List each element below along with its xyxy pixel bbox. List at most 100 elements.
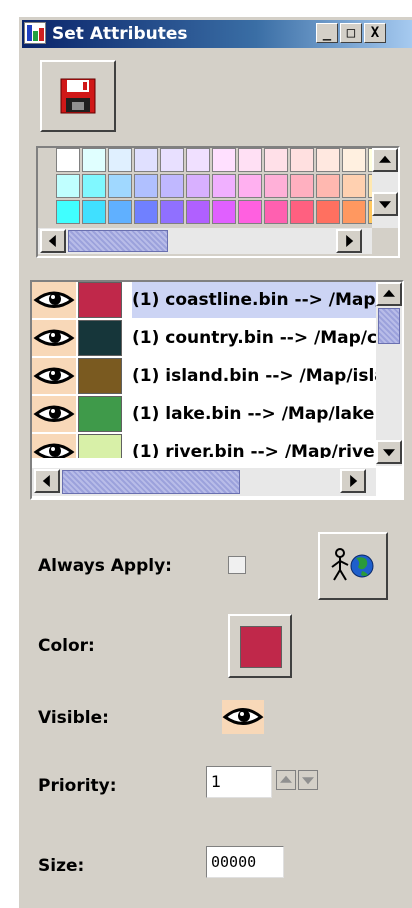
color-palette-grid[interactable] — [56, 148, 372, 226]
eye-icon — [33, 443, 75, 458]
layer-visibility-toggle[interactable] — [32, 358, 76, 394]
color-picker-button[interactable] — [228, 614, 292, 678]
palette-swatch[interactable] — [316, 200, 340, 224]
palette-swatch[interactable] — [342, 174, 366, 198]
apply-to-map-button[interactable] — [318, 532, 388, 600]
palette-swatch[interactable] — [160, 148, 184, 172]
palette-swatch[interactable] — [108, 148, 132, 172]
priority-decrement-button[interactable] — [298, 770, 318, 790]
palette-swatch[interactable] — [238, 200, 262, 224]
layer-label: (1) lake.bin --> /Map/lake — [132, 404, 375, 424]
palette-scroll-left-button[interactable] — [40, 229, 66, 253]
palette-swatch[interactable] — [134, 148, 158, 172]
priority-input[interactable]: 1 — [206, 766, 272, 798]
palette-swatch[interactable] — [342, 200, 366, 224]
visible-label: Visible: — [38, 708, 109, 728]
palette-swatch[interactable] — [186, 148, 210, 172]
eye-icon — [33, 291, 75, 308]
palette-swatch[interactable] — [82, 174, 106, 198]
palette-swatch[interactable] — [316, 148, 340, 172]
palette-swatch[interactable] — [160, 174, 184, 198]
layer-visibility-toggle[interactable] — [32, 396, 76, 432]
palette-swatch[interactable] — [290, 200, 314, 224]
layer-row[interactable]: (1) island.bin --> /Map/island — [32, 358, 378, 394]
always-apply-label: Always Apply: — [38, 556, 172, 576]
app-icon — [24, 22, 46, 44]
palette-scroll-down-button[interactable] — [372, 192, 398, 216]
close-button[interactable]: X — [364, 23, 386, 43]
priority-increment-button[interactable] — [276, 770, 296, 790]
palette-swatch[interactable] — [264, 174, 288, 198]
layer-scroll-down-button[interactable] — [376, 440, 402, 464]
palette-swatch[interactable] — [290, 148, 314, 172]
layer-visibility-toggle[interactable] — [32, 434, 76, 458]
palette-swatch[interactable] — [342, 148, 366, 172]
palette-swatch[interactable] — [56, 200, 80, 224]
layer-row[interactable]: (1) country.bin --> /Map/country — [32, 320, 378, 356]
arrow-down-icon — [302, 777, 314, 785]
arrow-up-icon — [383, 289, 395, 297]
palette-swatch[interactable] — [186, 200, 210, 224]
palette-swatch[interactable] — [56, 148, 80, 172]
save-button[interactable] — [40, 60, 116, 132]
palette-swatch[interactable] — [290, 174, 314, 198]
maximize-button[interactable]: □ — [340, 23, 362, 43]
palette-swatch[interactable] — [212, 174, 236, 198]
always-apply-checkbox[interactable] — [228, 556, 246, 574]
color-label: Color: — [38, 636, 95, 656]
palette-swatch[interactable] — [264, 148, 288, 172]
palette-swatch[interactable] — [238, 174, 262, 198]
layer-color-swatch[interactable] — [78, 358, 122, 394]
palette-swatch[interactable] — [108, 174, 132, 198]
layer-row[interactable]: (1) river.bin --> /Map/river — [32, 434, 378, 458]
layer-label: (1) country.bin --> /Map/country — [132, 328, 376, 348]
layer-color-swatch[interactable] — [78, 434, 122, 458]
layer-scroll-left-button[interactable] — [34, 469, 60, 493]
layer-color-swatch[interactable] — [78, 282, 122, 318]
layer-color-swatch[interactable] — [78, 320, 122, 356]
palette-scroll-thumb[interactable] — [68, 230, 168, 252]
layer-scroll-right-button[interactable] — [340, 469, 366, 493]
palette-swatch[interactable] — [264, 200, 288, 224]
eye-icon — [33, 405, 75, 422]
palette-swatch[interactable] — [160, 200, 184, 224]
palette-swatch[interactable] — [186, 174, 210, 198]
window-title: Set Attributes — [52, 24, 188, 44]
layer-label: (1) island.bin --> /Map/island — [132, 366, 376, 386]
palette-swatch[interactable] — [56, 174, 80, 198]
arrow-up-icon — [280, 775, 292, 783]
palette-swatch[interactable] — [82, 200, 106, 224]
layer-visibility-toggle[interactable] — [32, 320, 76, 356]
layer-color-swatch[interactable] — [78, 396, 122, 432]
palette-scroll-up-button[interactable] — [372, 148, 398, 172]
arrow-left-icon — [48, 235, 56, 247]
layer-scroll-up-button[interactable] — [376, 282, 402, 306]
palette-swatch[interactable] — [134, 174, 158, 198]
person-globe-icon — [331, 548, 374, 581]
layer-visibility-toggle[interactable] — [32, 282, 76, 318]
layer-vertical-scroll-thumb[interactable] — [378, 308, 400, 344]
eye-icon — [222, 708, 264, 725]
palette-swatch[interactable] — [82, 148, 106, 172]
arrow-up-icon — [379, 155, 391, 163]
floppy-disk-icon — [60, 78, 96, 114]
size-label: Size: — [38, 856, 85, 876]
minimize-button[interactable]: _ — [316, 23, 338, 43]
size-input[interactable]: 00000 — [206, 846, 284, 878]
eye-icon — [33, 367, 75, 384]
layer-row[interactable]: (1) lake.bin --> /Map/lake — [32, 396, 378, 432]
palette-swatch[interactable] — [212, 148, 236, 172]
palette-scroll-right-button[interactable] — [336, 229, 362, 253]
layer-horizontal-scroll-thumb[interactable] — [62, 470, 240, 494]
visible-toggle[interactable] — [222, 700, 264, 734]
arrow-down-icon — [383, 449, 395, 457]
palette-swatch[interactable] — [238, 148, 262, 172]
palette-swatch[interactable] — [134, 200, 158, 224]
layer-label: (1) coastline.bin --> /Map/coastline — [132, 282, 376, 318]
priority-label: Priority: — [38, 776, 117, 796]
layer-row[interactable]: (1) coastline.bin --> /Map/coastline — [32, 282, 378, 318]
arrow-right-icon — [346, 235, 354, 247]
palette-swatch[interactable] — [108, 200, 132, 224]
palette-swatch[interactable] — [212, 200, 236, 224]
palette-swatch[interactable] — [316, 174, 340, 198]
